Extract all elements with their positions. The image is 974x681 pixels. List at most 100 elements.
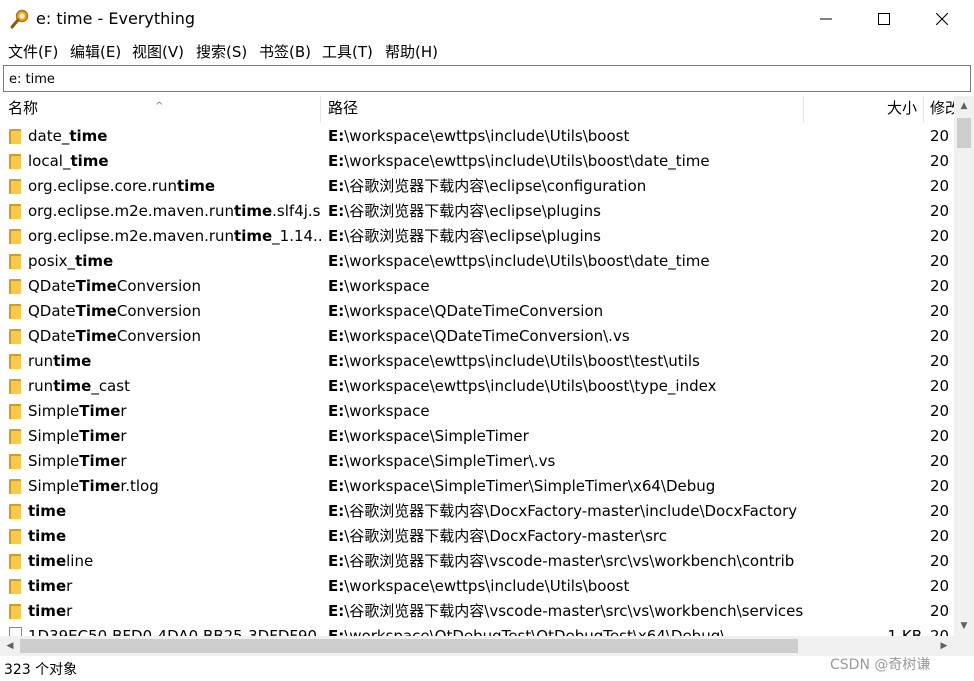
minimize-button[interactable] <box>797 0 855 38</box>
table-row[interactable]: SimpleTimer E:\workspace 20 <box>0 399 954 424</box>
path-text: \workspace <box>344 402 430 420</box>
table-row[interactable]: local_time E:\workspace\ewttps\include\Ut… <box>0 149 954 174</box>
horizontal-scroll-thumb[interactable] <box>20 639 798 653</box>
table-row[interactable]: QDateTimeConversion E:\workspace\QDateTim… <box>0 324 954 349</box>
modified-cell: 20 <box>930 252 950 270</box>
name-cell[interactable]: org.eclipse.m2e.maven.runtime.slf4j.si..… <box>0 199 321 224</box>
name-cell[interactable]: SimpleTimer <box>0 399 321 424</box>
file-name: SimpleTimer <box>28 399 127 424</box>
scroll-up-icon[interactable]: ▲ <box>954 96 974 116</box>
menu-view[interactable]: 视图(V) <box>132 41 184 62</box>
name-cell[interactable]: local_time <box>0 149 321 174</box>
name-cell[interactable]: QDateTimeConversion <box>0 274 321 299</box>
vertical-scroll-thumb[interactable] <box>957 118 971 148</box>
menu-edit[interactable]: 编辑(E) <box>70 41 121 62</box>
modified-cell: 20 <box>930 402 950 420</box>
name-cell[interactable]: SimpleTimer <box>0 449 321 474</box>
column-path[interactable]: 路径 <box>321 96 804 123</box>
table-row[interactable]: org.eclipse.m2e.maven.runtime.slf4j.si..… <box>0 199 954 224</box>
scroll-down-icon[interactable]: ▼ <box>954 616 974 636</box>
column-path-label: 路径 <box>328 99 359 117</box>
name-segment: Simple <box>28 452 80 470</box>
path-drive: E: <box>328 377 345 395</box>
name-cell[interactable]: SimpleTimer <box>0 424 321 449</box>
name-cell[interactable]: QDateTimeConversion <box>0 299 321 324</box>
path-cell[interactable]: E:\workspace\SimpleTimer\SimpleTimer\x64… <box>328 474 804 499</box>
path-cell[interactable]: E:\谷歌浏览器下载内容\eclipse\plugins <box>328 199 804 224</box>
table-row[interactable]: posix_time E:\workspace\ewttps\include\Ut… <box>0 249 954 274</box>
path-cell[interactable]: E:\workspace\QDateTimeConversion\.vs <box>328 324 804 349</box>
menu-file[interactable]: 文件(F) <box>8 41 58 62</box>
name-cell[interactable]: time <box>0 499 321 524</box>
name-cell[interactable]: time <box>0 524 321 549</box>
size-cell <box>804 149 922 174</box>
path-cell[interactable]: E:\workspace\ewttps\include\Utils\boost\… <box>328 374 804 399</box>
name-cell[interactable]: org.eclipse.core.runtime <box>0 174 321 199</box>
menu-tools[interactable]: 工具(T) <box>322 41 373 62</box>
column-modified-label: 修改 <box>930 99 954 117</box>
path-cell[interactable]: E:\workspace\SimpleTimer\.vs <box>328 449 804 474</box>
vertical-scrollbar[interactable]: ▲ ▼ <box>954 96 974 636</box>
column-modified[interactable]: 修改 <box>924 96 954 123</box>
path-cell[interactable]: E:\谷歌浏览器下载内容\eclipse\plugins <box>328 224 804 249</box>
path-cell[interactable]: E:\workspace <box>328 274 804 299</box>
table-row[interactable]: org.eclipse.core.runtime E:\谷歌浏览器下载内容\ecl… <box>0 174 954 199</box>
name-cell[interactable]: date_time <box>0 124 321 149</box>
table-row[interactable]: SimpleTimer E:\workspace\SimpleTimer\.vs 2… <box>0 449 954 474</box>
path-cell[interactable]: E:\workspace\ewttps\include\Utils\boost\… <box>328 249 804 274</box>
table-row[interactable]: time E:\谷歌浏览器下载内容\DocxFactory-master\incl… <box>0 499 954 524</box>
path-cell[interactable]: E:\谷歌浏览器下载内容\vscode-master\src\vs\workbe… <box>328 599 804 624</box>
name-cell[interactable]: timeline <box>0 549 321 574</box>
modified-cell: 20 <box>930 377 950 395</box>
path-cell[interactable]: E:\workspace\ewttps\include\Utils\boost <box>328 574 804 599</box>
name-segment: run <box>28 352 54 370</box>
menu-help[interactable]: 帮助(H) <box>385 41 438 62</box>
name-cell[interactable]: timer <box>0 574 321 599</box>
table-row[interactable]: timer E:\workspace\ewttps\include\Utils\b… <box>0 574 954 599</box>
name-cell[interactable]: runtime_cast <box>0 374 321 399</box>
table-row[interactable]: SimpleTimer E:\workspace\SimpleTimer 20 <box>0 424 954 449</box>
name-match-highlight: Time <box>79 477 121 495</box>
table-row[interactable]: runtime_cast E:\workspace\ewttps\include\… <box>0 374 954 399</box>
name-cell[interactable]: timer <box>0 599 321 624</box>
table-row[interactable]: time E:\谷歌浏览器下载内容\DocxFactory-master\src 2… <box>0 524 954 549</box>
path-cell[interactable]: E:\workspace <box>328 399 804 424</box>
name-cell[interactable]: runtime <box>0 349 321 374</box>
search-input[interactable] <box>9 70 959 88</box>
folder-icon <box>9 229 21 244</box>
name-cell[interactable]: QDateTimeConversion <box>0 324 321 349</box>
table-row[interactable]: org.eclipse.m2e.maven.runtime_1.14.... E:… <box>0 224 954 249</box>
path-cell[interactable]: E:\谷歌浏览器下载内容\DocxFactory-master\include\… <box>328 499 804 524</box>
horizontal-scrollbar[interactable]: ◀ ▶ <box>0 636 954 656</box>
close-button[interactable] <box>913 0 971 38</box>
path-text: \workspace\QDateTimeConversion <box>344 302 604 320</box>
file-name: org.eclipse.m2e.maven.runtime.slf4j.si..… <box>28 199 321 224</box>
path-cell[interactable]: E:\workspace\QDateTimeConversion <box>328 299 804 324</box>
path-drive: E: <box>328 552 345 570</box>
name-cell[interactable]: SimpleTimer.tlog <box>0 474 321 499</box>
search-box[interactable] <box>3 65 971 92</box>
name-cell[interactable]: posix_time <box>0 249 321 274</box>
scroll-right-icon[interactable]: ▶ <box>934 636 954 656</box>
table-row[interactable]: SimpleTimer.tlog E:\workspace\SimpleTimer… <box>0 474 954 499</box>
path-cell[interactable]: E:\workspace\ewttps\include\Utils\boost\… <box>328 149 804 174</box>
name-cell[interactable]: org.eclipse.m2e.maven.runtime_1.14.... <box>0 224 321 249</box>
table-row[interactable]: runtime E:\workspace\ewttps\include\Utils… <box>0 349 954 374</box>
path-cell[interactable]: E:\workspace\ewttps\include\Utils\boost\… <box>328 349 804 374</box>
column-name[interactable]: 名称 ^ <box>0 96 321 123</box>
path-cell[interactable]: E:\workspace\SimpleTimer <box>328 424 804 449</box>
column-size[interactable]: 大小 <box>804 96 924 123</box>
table-row[interactable]: timer E:\谷歌浏览器下载内容\vscode-master\src\vs\w… <box>0 599 954 624</box>
table-row[interactable]: QDateTimeConversion E:\workspace\QDateTim… <box>0 299 954 324</box>
maximize-button[interactable] <box>855 0 913 38</box>
path-cell[interactable]: E:\谷歌浏览器下载内容\DocxFactory-master\src <box>328 524 804 549</box>
path-cell[interactable]: E:\workspace\ewttps\include\Utils\boost <box>328 124 804 149</box>
table-row[interactable]: date_time E:\workspace\ewttps\include\Uti… <box>0 124 954 149</box>
menu-bookmarks[interactable]: 书签(B) <box>259 41 311 62</box>
path-cell[interactable]: E:\谷歌浏览器下载内容\eclipse\configuration <box>328 174 804 199</box>
menu-search[interactable]: 搜索(S) <box>196 41 247 62</box>
scroll-left-icon[interactable]: ◀ <box>0 636 20 656</box>
table-row[interactable]: QDateTimeConversion E:\workspace 20 <box>0 274 954 299</box>
table-row[interactable]: timeline E:\谷歌浏览器下载内容\vscode-master\src\v… <box>0 549 954 574</box>
path-cell[interactable]: E:\谷歌浏览器下载内容\vscode-master\src\vs\workbe… <box>328 549 804 574</box>
